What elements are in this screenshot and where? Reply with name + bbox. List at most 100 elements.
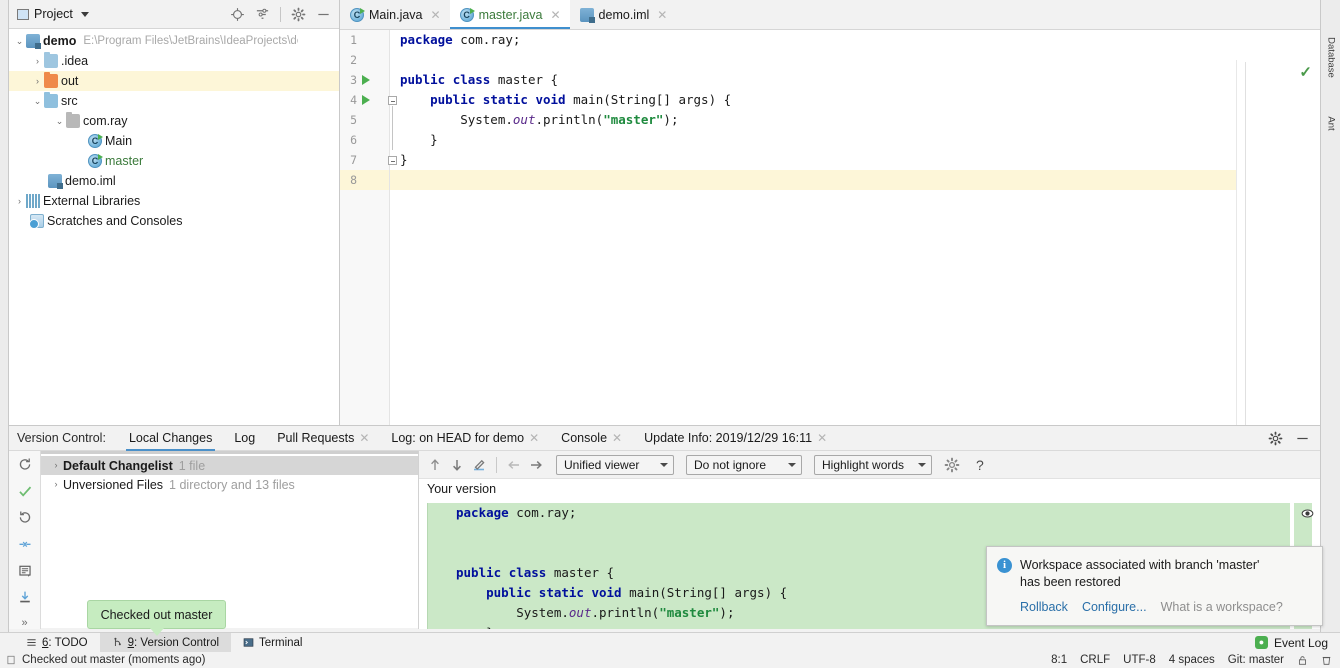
status-right-items: 8:1 CRLF UTF-8 4 spaces Git: master <box>1051 654 1340 666</box>
close-icon[interactable]: ✕ <box>529 426 539 451</box>
previous-difference-icon[interactable] <box>427 457 443 473</box>
update-icon[interactable] <box>17 590 33 605</box>
hide-icon[interactable] <box>316 7 331 22</box>
changelist-row-unversioned[interactable]: › Unversioned Files 1 directory and 13 f… <box>41 475 418 494</box>
caret-position[interactable]: 8:1 <box>1051 654 1067 666</box>
indent-setting[interactable]: 4 spaces <box>1169 654 1215 666</box>
fold-marker-open[interactable] <box>388 96 397 105</box>
vcs-tab-update-info[interactable]: Update Info: 2019/12/29 16:11 ✕ <box>633 426 838 451</box>
close-icon[interactable]: ✕ <box>612 426 622 451</box>
chevron-right-icon[interactable]: › <box>49 480 63 489</box>
tree-item-src[interactable]: ⌄ src <box>9 91 339 111</box>
keyword: void <box>535 92 566 107</box>
fold-marker-close[interactable] <box>388 156 397 165</box>
chevron-right-icon[interactable]: › <box>13 196 26 206</box>
chevron-down-icon[interactable]: ⌄ <box>31 96 44 106</box>
changelist-row-default[interactable]: › Default Changelist 1 file <box>41 456 418 475</box>
right-strip-ant[interactable]: Ant <box>1326 94 1337 154</box>
ignore-policy-select[interactable]: Do not ignore <box>686 454 802 475</box>
close-icon[interactable]: ✕ <box>657 8 667 22</box>
vcs-tab-console[interactable]: Console ✕ <box>550 426 633 451</box>
event-log-label[interactable]: Event Log <box>1274 636 1328 650</box>
close-icon[interactable]: ✕ <box>359 426 369 451</box>
shelve-icon[interactable] <box>17 537 33 552</box>
tree-item-demo[interactable]: ⌄ demo E:\Program Files\JetBrains\IdeaPr… <box>9 31 339 51</box>
help-icon[interactable]: ? <box>976 457 984 473</box>
readonly-lock-icon[interactable] <box>1297 655 1308 666</box>
rollback-link[interactable]: Rollback <box>1020 600 1068 614</box>
line-number: 1 <box>350 33 357 47</box>
tree-item-scratches[interactable]: Scratches and Consoles <box>9 211 339 231</box>
run-method-icon[interactable] <box>362 95 370 105</box>
rollback-icon[interactable] <box>17 510 33 525</box>
tree-item-idea[interactable]: › .idea <box>9 51 339 71</box>
what-is-workspace-link[interactable]: What is a workspace? <box>1161 600 1283 614</box>
code-text-span: master { <box>546 565 615 580</box>
next-difference-icon[interactable] <box>449 457 465 473</box>
file-encoding[interactable]: UTF-8 <box>1123 654 1156 666</box>
tree-item-main[interactable]: C Main <box>9 131 339 151</box>
chevron-down-icon[interactable]: ⌄ <box>53 116 66 126</box>
settings-gear-icon[interactable] <box>291 7 306 22</box>
memory-indicator-icon[interactable] <box>1321 655 1332 666</box>
right-tool-strip: Database Ant <box>1320 0 1340 646</box>
chevron-right-icon[interactable]: › <box>49 461 63 470</box>
vcs-tab-log[interactable]: Log <box>223 426 266 451</box>
tool-window-tab-version-control[interactable]: 9: Version Control <box>99 632 232 653</box>
hide-icon[interactable] <box>1295 431 1310 446</box>
chevron-down-icon[interactable] <box>80 11 89 17</box>
chevron-right-icon[interactable]: › <box>31 56 44 66</box>
locate-icon[interactable] <box>230 7 245 22</box>
chevron-down-icon[interactable]: ⌄ <box>13 36 26 46</box>
tool-window-tab-terminal[interactable]: Terminal <box>231 633 314 653</box>
project-title[interactable]: Project <box>17 7 89 21</box>
refresh-icon[interactable] <box>17 457 33 472</box>
editor-tab-demo-iml[interactable]: demo.iml ✕ <box>569 0 677 29</box>
right-strip-database[interactable]: Database <box>1326 28 1337 88</box>
tree-item-com-ray[interactable]: ⌄ com.ray <box>9 111 339 131</box>
vcs-tab-local-changes[interactable]: Local Changes <box>118 426 223 451</box>
vcs-tab-pull-requests[interactable]: Pull Requests ✕ <box>266 426 380 451</box>
tool-window-tab-todo[interactable]: 6: TODO <box>14 633 100 653</box>
editor-right-gutter[interactable]: ✓ <box>1236 60 1320 455</box>
next-icon[interactable] <box>528 457 544 473</box>
editor-scrollbar[interactable] <box>1245 62 1246 432</box>
editor-gutter[interactable]: 1 2 3 4 5 6 7 8 <box>340 30 390 425</box>
git-branch-widget[interactable]: Git: master <box>1228 654 1284 666</box>
event-log-area[interactable]: ● Event Log <box>1254 636 1340 650</box>
editor-tab-master-java[interactable]: C master.java ✕ <box>449 0 570 29</box>
chevron-down-icon <box>788 462 796 467</box>
vcs-tab-log-head[interactable]: Log: on HEAD for demo ✕ <box>380 426 550 451</box>
editor-tab-main-java[interactable]: C Main.java ✕ <box>340 0 450 29</box>
eye-icon[interactable] <box>1301 507 1314 520</box>
inspection-ok-icon[interactable]: ✓ <box>1299 63 1312 81</box>
tree-item-out[interactable]: › out <box>9 71 339 91</box>
highlight-mode-select[interactable]: Highlight words <box>814 454 932 475</box>
tree-item-demo-iml[interactable]: demo.iml <box>9 171 339 191</box>
chevron-right-icon[interactable]: › <box>31 76 44 86</box>
configure-link[interactable]: Configure... <box>1082 600 1147 614</box>
close-icon[interactable]: ✕ <box>817 426 827 451</box>
diff-icon[interactable] <box>17 564 33 579</box>
keyword: public <box>456 565 502 580</box>
expand-more-icon[interactable]: » <box>21 617 27 629</box>
collapse-all-icon[interactable] <box>255 7 270 22</box>
code-text[interactable]: package com.ray; public class master { p… <box>388 30 1320 425</box>
left-tool-strip <box>0 0 9 646</box>
changelist-scrollbar[interactable] <box>41 451 418 454</box>
close-icon[interactable]: ✕ <box>431 8 441 22</box>
commit-check-icon[interactable] <box>17 484 33 499</box>
settings-gear-icon[interactable] <box>944 457 960 473</box>
close-icon[interactable]: ✕ <box>550 8 560 22</box>
viewer-mode-select[interactable]: Unified viewer <box>556 454 674 475</box>
tree-item-master[interactable]: C master <box>9 151 339 171</box>
settings-gear-icon[interactable] <box>1268 431 1283 446</box>
run-class-icon[interactable] <box>362 75 370 85</box>
code-editor[interactable]: 1 2 3 4 5 6 7 8 package com.ray; public … <box>340 30 1320 455</box>
line-separator[interactable]: CRLF <box>1080 654 1110 666</box>
edit-source-icon[interactable] <box>471 457 487 473</box>
project-path: E:\Program Files\JetBrains\IdeaProjects\… <box>83 35 299 47</box>
notification-line-1: Workspace associated with branch 'master… <box>1020 558 1260 572</box>
previous-icon[interactable] <box>506 457 522 473</box>
tree-item-external-libraries[interactable]: › External Libraries <box>9 191 339 211</box>
